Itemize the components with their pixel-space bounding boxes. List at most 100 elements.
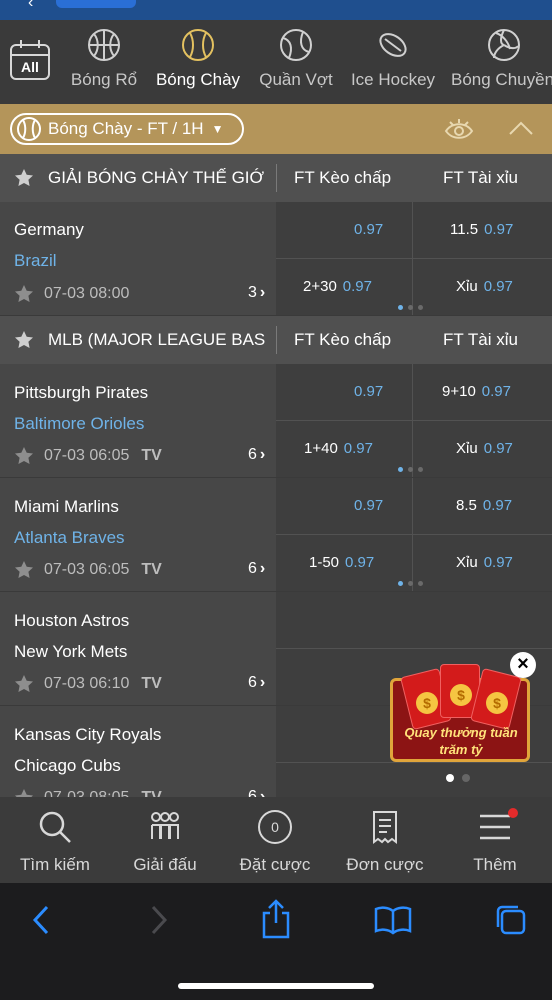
column-header-handicap: FT Kèo chấp <box>294 330 392 349</box>
sport-tab-ice-hockey[interactable]: Ice Hockey <box>348 20 438 104</box>
handicap-odd-away[interactable]: 1+40 0.97 <box>304 440 373 457</box>
tv-badge: TV <box>141 561 162 578</box>
tennis-ball-icon <box>280 29 312 61</box>
more-markets-link[interactable]: 6 › <box>248 560 265 578</box>
top-app-bar: ‹ <box>0 0 552 20</box>
odd-value: 0.97 <box>342 278 372 295</box>
under-odd[interactable]: Xỉu 0.97 <box>456 554 513 571</box>
match-meta: 07-03 06:05 TV <box>14 560 162 580</box>
coin-icon: $ <box>416 692 438 714</box>
match-time: 07-03 06:10 <box>44 675 130 692</box>
more-markets-link[interactable]: 6 › <box>248 674 265 692</box>
column-header-over-under: FT Tài xỉu <box>443 168 518 187</box>
all-label: All <box>21 59 39 75</box>
page-dots <box>398 467 423 472</box>
star-icon[interactable] <box>0 330 48 350</box>
star-icon[interactable] <box>14 284 34 304</box>
markets-count: 6 <box>248 674 257 691</box>
close-icon[interactable]: × <box>510 652 536 678</box>
odd-value: 0.97 <box>483 440 513 457</box>
odd-value: 0.97 <box>343 440 373 457</box>
tab-leagues[interactable]: Giải đấu <box>110 797 220 883</box>
tab-label: Thêm <box>473 855 517 874</box>
tab-bet-slips[interactable]: Đơn cược <box>330 797 440 883</box>
browser-back-icon[interactable] <box>30 903 52 937</box>
sport-tab-baseball[interactable]: Bóng Chày <box>152 20 244 104</box>
divider <box>276 164 277 192</box>
handicap-odd-home[interactable]: 0.97 <box>348 221 383 238</box>
sport-label: Bóng Chuyền <box>451 70 552 89</box>
promo-text: Quay thưởng tuần trăm tỷ <box>392 724 530 758</box>
match-time: 07-03 06:05 <box>44 561 130 578</box>
match-row[interactable]: Miami Marlins Atlanta Braves 07-03 06:05… <box>0 478 552 592</box>
handicap-odd-away[interactable]: 1-50 0.97 <box>309 554 374 571</box>
markets-count: 6 <box>248 446 257 463</box>
promo-text-line: Quay thưởng tuần <box>404 725 518 740</box>
match-row[interactable]: Germany Brazil 07-03 08:00 3 › 0.97 11.5 0… <box>0 202 552 316</box>
tab-place-bet[interactable]: 0 Đặt cược <box>220 797 330 883</box>
promo-widget[interactable]: $ $ $ Quay thưởng tuần trăm tỷ × <box>390 652 536 784</box>
over-odd[interactable]: 8.5 0.97 <box>456 497 512 514</box>
markets-count: 3 <box>248 284 257 301</box>
sport-label: Bóng Chày <box>155 70 241 89</box>
calendar-bar <box>12 54 48 56</box>
match-meta: 07-03 06:10 TV <box>14 674 162 694</box>
tab-label: Tìm kiếm <box>20 855 90 874</box>
league-header[interactable]: GIẢI BÓNG CHÀY THẾ GIỚ FT Kèo chấp FT Tà… <box>0 154 552 202</box>
bookmarks-icon[interactable] <box>374 905 412 935</box>
total-line: Xỉu <box>456 278 478 295</box>
market-filter-dropdown[interactable]: Bóng Chày - FT / 1H ▼ <box>10 113 244 145</box>
eye-icon[interactable] <box>444 118 474 140</box>
sport-tab-basketball[interactable]: Bóng Rổ <box>68 20 140 104</box>
search-icon <box>39 811 71 843</box>
more-markets-link[interactable]: 3 › <box>248 284 265 302</box>
away-team: Brazil <box>14 251 57 270</box>
sport-tab-volleyball[interactable]: Bóng Chuyền <box>451 20 552 104</box>
chevron-right-icon: › <box>259 446 266 463</box>
tab-search[interactable]: Tìm kiếm <box>0 797 110 883</box>
more-markets-link[interactable]: 6 › <box>248 446 265 464</box>
divider <box>276 648 552 649</box>
baseball-icon <box>182 29 214 61</box>
odd-value: 0.97 <box>481 383 511 400</box>
back-icon[interactable]: ‹ <box>28 0 33 12</box>
match-row[interactable]: Pittsburgh Pirates Baltimore Orioles 07-… <box>0 364 552 478</box>
over-odd[interactable]: 9+10 0.97 <box>442 383 511 400</box>
markets-count: 6 <box>248 560 257 577</box>
odds-panel: 0.97 11.5 0.97 2+30 0.97 Xỉu 0.97 <box>276 202 552 315</box>
under-odd[interactable]: Xỉu 0.97 <box>456 278 513 295</box>
divider <box>412 364 413 420</box>
browser-forward-icon[interactable] <box>148 903 170 937</box>
away-team: Baltimore Orioles <box>14 414 145 433</box>
divider <box>276 326 277 354</box>
handicap-odd-away[interactable]: 2+30 0.97 <box>303 278 372 295</box>
over-odd[interactable]: 11.5 0.97 <box>450 221 513 238</box>
league-header[interactable]: MLB (MAJOR LEAGUE BAS FT Kèo chấp FT Tài… <box>0 316 552 364</box>
tab-more[interactable]: Thêm <box>440 797 550 883</box>
tabs-icon[interactable] <box>494 903 528 937</box>
handicap-odd-home[interactable]: 0.97 <box>348 383 383 400</box>
bet-count: 0 <box>271 819 279 835</box>
sport-tab-tennis[interactable]: Quần Vợt <box>256 20 336 104</box>
all-sports-button[interactable]: All <box>10 40 50 80</box>
away-team: Chicago Cubs <box>14 756 121 775</box>
odds-panel: 0.97 9+10 0.97 1+40 0.97 Xỉu 0.97 <box>276 364 552 477</box>
handicap-odd-home[interactable]: 0.97 <box>348 497 383 514</box>
match-info: Kansas City Royals Chicago Cubs 07-03 08… <box>0 706 276 797</box>
hockey-puck-icon <box>379 33 407 57</box>
tab-label: Giải đấu <box>133 855 197 874</box>
star-icon[interactable] <box>14 674 34 694</box>
sport-label: Bóng Rổ <box>70 70 138 89</box>
top-tab-pill[interactable] <box>56 0 136 8</box>
match-info: Houston Astros New York Mets 07-03 06:10… <box>0 592 276 705</box>
chevron-right-icon: › <box>259 560 266 577</box>
away-team: Atlanta Braves <box>14 528 125 547</box>
odd-value: 0.97 <box>483 554 513 571</box>
share-icon[interactable] <box>260 899 292 939</box>
divider <box>412 202 413 258</box>
chevron-up-icon[interactable] <box>508 120 534 136</box>
under-odd[interactable]: Xỉu 0.97 <box>456 440 513 457</box>
star-icon[interactable] <box>14 446 34 466</box>
star-icon[interactable] <box>14 560 34 580</box>
star-icon[interactable] <box>0 168 48 188</box>
